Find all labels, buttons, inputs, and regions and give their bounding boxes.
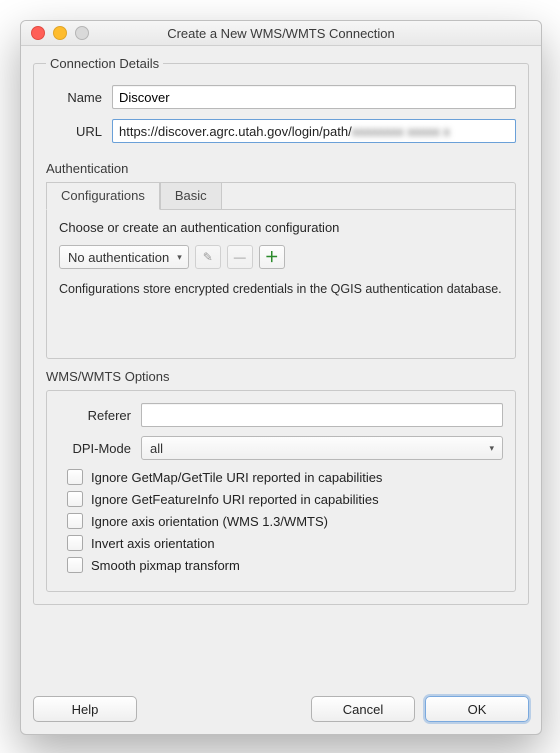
url-label: URL: [46, 124, 112, 139]
dialog-window: Create a New WMS/WMTS Connection Connect…: [20, 20, 542, 735]
checkbox-smooth-pixmap[interactable]: [67, 557, 83, 573]
dpi-mode-value: all: [150, 441, 163, 456]
label-ignore-getfeatureinfo: Ignore GetFeatureInfo URI reported in ca…: [91, 492, 379, 507]
connection-details-legend: Connection Details: [46, 56, 163, 71]
options-legend: WMS/WMTS Options: [46, 369, 516, 384]
checkbox-ignore-getfeatureinfo[interactable]: [67, 491, 83, 507]
tab-configurations-panel: Choose or create an authentication confi…: [47, 209, 515, 358]
name-label: Name: [46, 90, 112, 105]
auth-add-button[interactable]: ＋: [259, 245, 285, 269]
help-button[interactable]: Help: [33, 696, 137, 722]
close-icon[interactable]: [31, 26, 45, 40]
window-title: Create a New WMS/WMTS Connection: [21, 26, 541, 41]
pencil-icon: ✎: [203, 250, 213, 264]
name-field[interactable]: [112, 85, 516, 109]
url-visible-text: https://discover.agrc.utah.gov/login/pat…: [119, 124, 352, 139]
label-ignore-axis: Ignore axis orientation (WMS 1.3/WMTS): [91, 514, 328, 529]
auth-config-combo-value: No authentication: [68, 250, 169, 265]
label-smooth-pixmap: Smooth pixmap transform: [91, 558, 240, 573]
minimize-icon[interactable]: [53, 26, 67, 40]
dialog-body: Connection Details Name URL https://disc…: [21, 46, 541, 686]
titlebar: Create a New WMS/WMTS Connection: [21, 21, 541, 46]
url-field[interactable]: https://discover.agrc.utah.gov/login/pat…: [112, 119, 516, 143]
authentication-legend: Authentication: [46, 161, 516, 176]
auth-config-combo[interactable]: No authentication ▾: [59, 245, 189, 269]
zoom-icon: [75, 26, 89, 40]
tab-configurations[interactable]: Configurations: [46, 182, 160, 210]
authentication-tabs: Configurations Basic Choose or create an…: [46, 182, 516, 359]
referer-field[interactable]: [141, 403, 503, 427]
auth-hint-text: Configurations store encrypted credentia…: [59, 281, 503, 298]
auth-edit-button: ✎: [195, 245, 221, 269]
cancel-button[interactable]: Cancel: [311, 696, 415, 722]
window-controls: [21, 26, 89, 40]
connection-details-group: Connection Details Name URL https://disc…: [33, 56, 529, 605]
dialog-footer: Help Cancel OK: [21, 686, 541, 734]
chevron-down-icon: ▾: [177, 252, 182, 263]
plus-icon: ＋: [265, 250, 279, 264]
options-group: Referer DPI-Mode all ▾ Ignore GetMap/Get…: [46, 390, 516, 592]
url-redacted-text: xxxxxxxx xxxxx x: [352, 124, 450, 139]
referer-label: Referer: [59, 408, 141, 423]
label-invert-axis: Invert axis orientation: [91, 536, 215, 551]
ok-button[interactable]: OK: [425, 696, 529, 722]
dpi-mode-label: DPI-Mode: [59, 441, 141, 456]
minus-icon: —: [234, 250, 246, 264]
label-ignore-getmap: Ignore GetMap/GetTile URI reported in ca…: [91, 470, 382, 485]
checkbox-ignore-axis[interactable]: [67, 513, 83, 529]
auth-choose-label: Choose or create an authentication confi…: [59, 220, 503, 235]
chevron-down-icon: ▾: [489, 443, 494, 454]
checkbox-invert-axis[interactable]: [67, 535, 83, 551]
auth-delete-button: —: [227, 245, 253, 269]
tab-basic[interactable]: Basic: [160, 182, 222, 209]
dpi-mode-select[interactable]: all ▾: [141, 436, 503, 460]
checkbox-ignore-getmap[interactable]: [67, 469, 83, 485]
